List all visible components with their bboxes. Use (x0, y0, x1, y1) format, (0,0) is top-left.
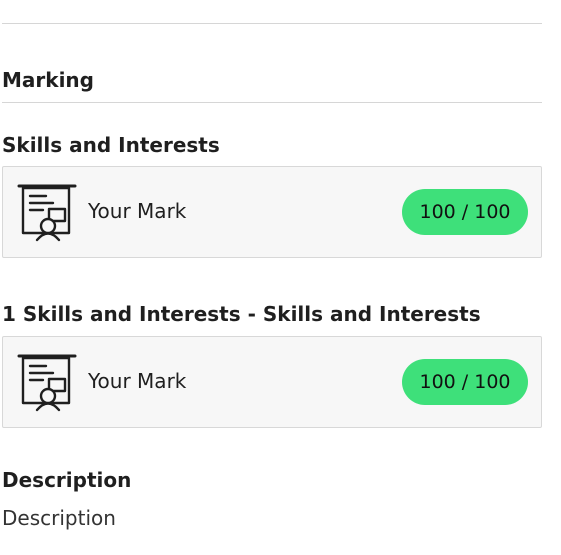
your-mark-label: Your Mark (88, 369, 187, 393)
score-badge: 100 / 100 (402, 359, 528, 405)
marking-divider (2, 102, 542, 103)
mark-card: Your Mark 100 / 100 (2, 166, 542, 258)
your-mark-label: Your Mark (88, 199, 187, 223)
mark-section-title: Skills and Interests (2, 133, 220, 157)
score-badge: 100 / 100 (402, 189, 528, 235)
presentation-board-icon (17, 353, 77, 413)
top-divider (2, 23, 542, 24)
marking-heading: Marking (2, 68, 94, 92)
mark-section-title: 1 Skills and Interests - Skills and Inte… (2, 302, 481, 326)
mark-card: Your Mark 100 / 100 (2, 336, 542, 428)
description-text: Description (2, 506, 116, 530)
presentation-board-icon (17, 183, 77, 243)
description-heading: Description (2, 468, 132, 492)
marking-page: Marking Skills and Interests Your Mark 1… (0, 0, 561, 555)
